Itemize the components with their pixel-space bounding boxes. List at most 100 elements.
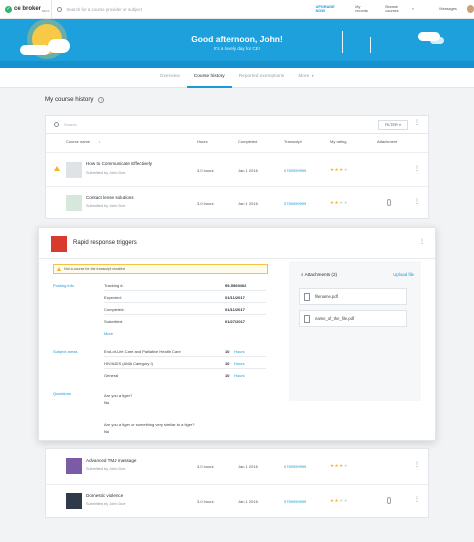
course-submitted-by: Submitted by John Doe — [86, 502, 126, 506]
subject-name: General — [104, 373, 119, 378]
course-name[interactable]: Contact lense solutions — [86, 195, 134, 200]
subject-name: HIV/AIDS (AMA Category I) — [104, 361, 153, 366]
more-options-icon[interactable]: ⋮ — [419, 239, 425, 245]
upgrade-now-link[interactable]: UPGRADE NOW — [316, 5, 343, 13]
subject-hours-unit: Hours — [234, 349, 245, 354]
transcript-link[interactable]: 0759999999 — [284, 464, 306, 469]
course-submitted-by: Submitted by John Doe — [86, 204, 126, 208]
course-thumbnail — [66, 493, 82, 509]
submitted-label: Submitted: — [104, 319, 124, 324]
subject-hours-unit: Hours — [234, 373, 245, 378]
course-thumbnail — [66, 458, 82, 474]
table-row[interactable]: Advanced TMJ massage Submitted by John D… — [46, 449, 428, 484]
more-link[interactable]: More — [104, 331, 113, 336]
document-icon — [304, 315, 310, 323]
rating-stars[interactable]: ★★★★ — [330, 167, 348, 173]
column-header-transcript[interactable]: Transcript — [284, 139, 302, 144]
paperclip-icon: ⌕ — [301, 272, 304, 277]
browse-courses-dropdown[interactable]: Browse courses ▼ — [385, 5, 414, 13]
transcript-link[interactable]: 0759999999 — [284, 201, 306, 206]
expected-value: 01/11/2017 — [225, 295, 245, 300]
subject-hours: 10 — [225, 361, 230, 366]
column-header-course-name[interactable]: Course name — [66, 139, 90, 144]
table-row[interactable]: Contact lense solutions Submitted by Joh… — [46, 186, 428, 219]
course-completed-date: Jan 1 2016 — [238, 499, 258, 504]
row-options-icon[interactable]: ⋮ — [414, 462, 420, 468]
upload-file-link[interactable]: Upload file — [393, 272, 414, 277]
column-header-attachment[interactable]: Attachment — [377, 139, 397, 144]
course-name[interactable]: How to Communicate Effectively — [86, 161, 152, 166]
filter-button[interactable]: FILTER ≡ — [378, 120, 408, 130]
warning-icon — [54, 166, 60, 171]
search-icon — [57, 6, 63, 12]
messages-link[interactable]: Messages — [439, 7, 456, 11]
paperclip-icon[interactable] — [387, 497, 391, 504]
attachment-filename: filename.pdf — [315, 294, 338, 299]
course-completed-date: Jan 1 2016 — [238, 464, 258, 469]
tab-course-history[interactable]: Course history — [186, 68, 232, 88]
tab-reported-exemptions[interactable]: Reported exemptions — [232, 68, 292, 88]
top-navigation-bar: ✓ ce broker BETA Search for a course pro… — [0, 0, 474, 19]
greeting-banner: Good afternoon, John! It's a lovely day … — [0, 19, 474, 68]
course-submitted-by: Submitted by John Doe — [86, 171, 126, 175]
questions-label: Questions — [53, 391, 72, 396]
sort-arrow-icon[interactable]: ↓ — [98, 139, 100, 144]
greeting-subtitle: It's a lovely day for CE! — [214, 46, 260, 51]
rating-stars[interactable]: ★★★★ — [330, 200, 348, 206]
filter-label: FILTER — [384, 123, 398, 127]
divider — [104, 302, 266, 303]
course-history-table: Search FILTER ≡ ⋮ Course name ↓ Hours Co… — [45, 115, 429, 219]
subject-hours-unit: Hours — [234, 361, 245, 366]
search-icon — [54, 122, 59, 127]
posting-info-label: Posting info — [53, 283, 74, 288]
user-avatar[interactable] — [466, 5, 474, 13]
divider — [39, 258, 435, 259]
divider — [104, 368, 266, 369]
column-header-completed[interactable]: Completed — [238, 139, 257, 144]
tracking-label: Tracking #: — [104, 283, 124, 288]
column-header-hours[interactable]: Hours — [197, 139, 208, 144]
answer-text: No — [104, 429, 110, 434]
course-name[interactable]: Advanced TMJ massage — [86, 458, 136, 463]
attachment-filename: name_of_the_file.pdf — [315, 316, 355, 321]
expected-label: Expected: — [104, 295, 122, 300]
ce-broker-logo[interactable]: ✓ ce broker BETA — [5, 5, 51, 13]
chevron-down-icon: ▼ — [311, 74, 315, 78]
transcript-link[interactable]: 0759999999 — [284, 168, 306, 173]
attachments-title: ⌕ Attachments (2) — [301, 272, 337, 277]
tracking-value: 99-5569402 — [225, 283, 247, 288]
tab-overview[interactable]: Overview — [153, 68, 187, 88]
column-header-my-rating[interactable]: My rating — [330, 139, 346, 144]
row-options-icon[interactable]: ⋮ — [414, 166, 420, 172]
tab-more[interactable]: More ▼ — [291, 68, 321, 88]
beta-label: BETA — [42, 8, 50, 13]
table-search-input[interactable]: Search — [46, 116, 428, 134]
row-options-icon[interactable]: ⋮ — [414, 199, 420, 205]
my-records-link[interactable]: My records — [355, 5, 372, 13]
attachments-panel: ⌕ Attachments (2) Upload file filename.p… — [289, 261, 421, 401]
filter-icon: ≡ — [398, 123, 402, 127]
course-submitted-by: Submitted by John Doe — [86, 467, 126, 471]
rating-stars[interactable]: ★★★★ — [330, 498, 348, 504]
subject-name: End-of-Life Care and Palliative Health C… — [104, 349, 181, 354]
tab-more-label: More — [298, 74, 310, 79]
course-name[interactable]: Domestic violence — [86, 493, 123, 498]
course-hours: 3.0 hours — [197, 201, 214, 206]
table-row[interactable]: How to Communicate Effectively Submitted… — [46, 152, 428, 186]
ground-illustration — [0, 61, 474, 68]
attachment-file[interactable]: filename.pdf — [299, 288, 407, 305]
transcript-link[interactable]: 0759999999 — [284, 499, 306, 504]
course-completed-date: Jan 1 2016 — [238, 201, 258, 206]
more-options-icon[interactable]: ⋮ — [414, 120, 420, 126]
table-row[interactable]: Domestic violence Submitted by John Doe … — [46, 484, 428, 518]
paperclip-icon[interactable] — [387, 199, 391, 206]
rating-stars[interactable]: ★★★★ — [330, 463, 348, 469]
row-options-icon[interactable]: ⋮ — [414, 497, 420, 503]
attachment-file[interactable]: name_of_the_file.pdf — [299, 310, 407, 327]
global-search-input[interactable]: Search for a course provider or subject — [51, 0, 251, 19]
info-icon[interactable]: i — [98, 96, 105, 103]
course-thumbnail — [66, 162, 82, 178]
course-hours: 3.0 hours — [197, 464, 214, 469]
greeting-title: Good afternoon, John! — [191, 34, 283, 44]
table-search-placeholder: Search — [64, 122, 77, 127]
